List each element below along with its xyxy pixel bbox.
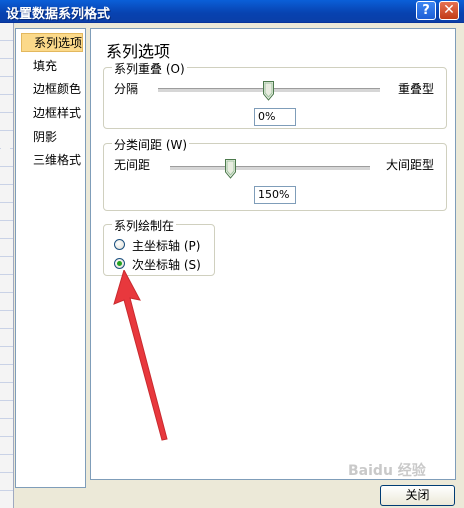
plot-on-group: 系列绘制在 主坐标轴 (P) 次坐标轴 (S) (103, 217, 215, 276)
gap-right-label: 大间距型 (386, 158, 435, 172)
panel-title: 系列选项 (106, 42, 171, 61)
gap-left-label: 无间距 (114, 158, 151, 172)
gap-legend: 分类间距 (W) (112, 136, 190, 153)
category-list: 系列选项 填充 边框颜色 边框样式 阴影 三维格式 (15, 28, 86, 488)
plot-on-legend: 系列绘制在 (112, 217, 177, 234)
overlap-right-label: 重叠型 (398, 82, 435, 96)
nav-item-shadow[interactable]: 阴影 (21, 128, 83, 147)
background-worksheet-strip (0, 23, 14, 508)
gap-slider-track[interactable] (170, 166, 370, 171)
window-title: 设置数据系列格式 (6, 7, 111, 22)
overlap-value-input[interactable]: 0% (254, 108, 296, 126)
title-bar: 设置数据系列格式 ? ✕ (0, 0, 464, 23)
primary-axis-label[interactable]: 主坐标轴 (P) (132, 237, 200, 254)
strip-mark (1, 146, 10, 154)
overlap-slider-thumb[interactable] (263, 81, 274, 101)
secondary-axis-radio[interactable] (114, 258, 125, 269)
overlap-left-label: 分隔 (114, 82, 139, 96)
nav-item-border-style[interactable]: 边框样式 (21, 104, 83, 123)
gap-value-input[interactable]: 150% (254, 186, 296, 204)
nav-item-label: 边框颜色 (33, 82, 82, 96)
nav-item-fill[interactable]: 填充 (21, 57, 83, 76)
radio-selected-dot (117, 261, 122, 266)
gap-group: 分类间距 (W) 无间距 大间距型 150% (103, 136, 447, 211)
gap-slider-thumb[interactable] (225, 159, 236, 179)
red-annotation-arrow (113, 270, 168, 441)
overlap-legend: 系列重叠 (O) (112, 60, 187, 77)
nav-item-label: 阴影 (33, 130, 58, 144)
nav-item-series-options[interactable]: 系列选项 (21, 33, 83, 52)
nav-item-3d-format[interactable]: 三维格式 (21, 151, 83, 170)
overlap-group: 系列重叠 (O) 分隔 重叠型 0% (103, 60, 447, 129)
help-button[interactable]: ? (416, 1, 436, 20)
nav-item-label: 边框样式 (33, 106, 82, 120)
nav-item-label: 填充 (33, 59, 58, 73)
nav-item-border-color[interactable]: 边框颜色 (21, 80, 83, 99)
watermark-logo: Baidu 经验 (348, 463, 426, 479)
primary-axis-radio[interactable] (114, 239, 125, 250)
nav-item-label: 系列选项 (34, 36, 83, 50)
close-window-button[interactable]: ✕ (439, 1, 459, 20)
close-button[interactable]: 关闭 (380, 485, 455, 506)
nav-item-label: 三维格式 (33, 153, 82, 167)
